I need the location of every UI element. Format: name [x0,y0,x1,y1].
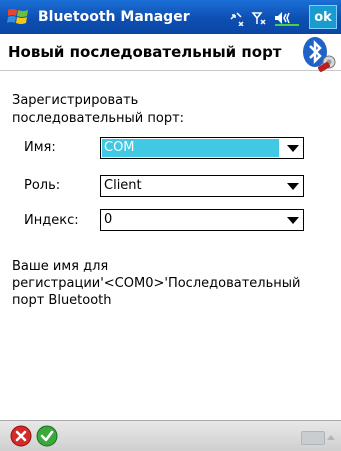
registration-info: Ваше имя для регистрации'<COM0>'Последов… [12,258,332,309]
role-combobox[interactable]: Client [100,175,304,197]
name-combobox[interactable]: COM [100,137,304,159]
ok-button[interactable]: ok [309,5,337,29]
accept-icon[interactable] [36,425,58,447]
intro-text: Зарегистрировать последовательный порт: [12,92,184,128]
info-line-3: порт Bluetooth [12,293,112,308]
page-header: Новый последовательный порт [0,34,341,74]
connectivity-icon [230,12,244,27]
windows-start-icon[interactable] [6,6,30,28]
chevron-down-icon[interactable] [287,145,299,152]
cancel-icon[interactable] [10,425,32,447]
volume-icon [275,12,299,26]
index-value: 0 [104,212,113,227]
name-value: COM [104,140,135,155]
info-line-2: регистрации'<COM0>'Последовательный [12,276,301,291]
index-label: Индекс: [24,213,79,228]
page-title: Новый последовательный порт [8,43,282,61]
app-title: Bluetooth Manager [38,9,190,25]
name-label: Имя: [24,140,56,155]
role-value: Client [104,178,142,193]
index-combobox[interactable]: 0 [100,209,304,231]
info-line-1: Ваше имя для [12,259,109,274]
bluetooth-settings-icon [299,36,339,74]
menu-bar [0,420,341,451]
title-bar: Bluetooth Manager ok [0,0,341,34]
keyboard-icon[interactable] [301,431,325,445]
chevron-up-icon[interactable] [327,435,335,440]
status-tray[interactable] [229,10,303,30]
intro-line-2: последовательный порт: [12,111,185,126]
chevron-down-icon[interactable] [287,217,299,224]
intro-line-1: Зарегистрировать [12,93,139,108]
chevron-down-icon[interactable] [287,183,299,190]
role-label: Роль: [24,178,61,193]
signal-off-icon [251,12,266,25]
